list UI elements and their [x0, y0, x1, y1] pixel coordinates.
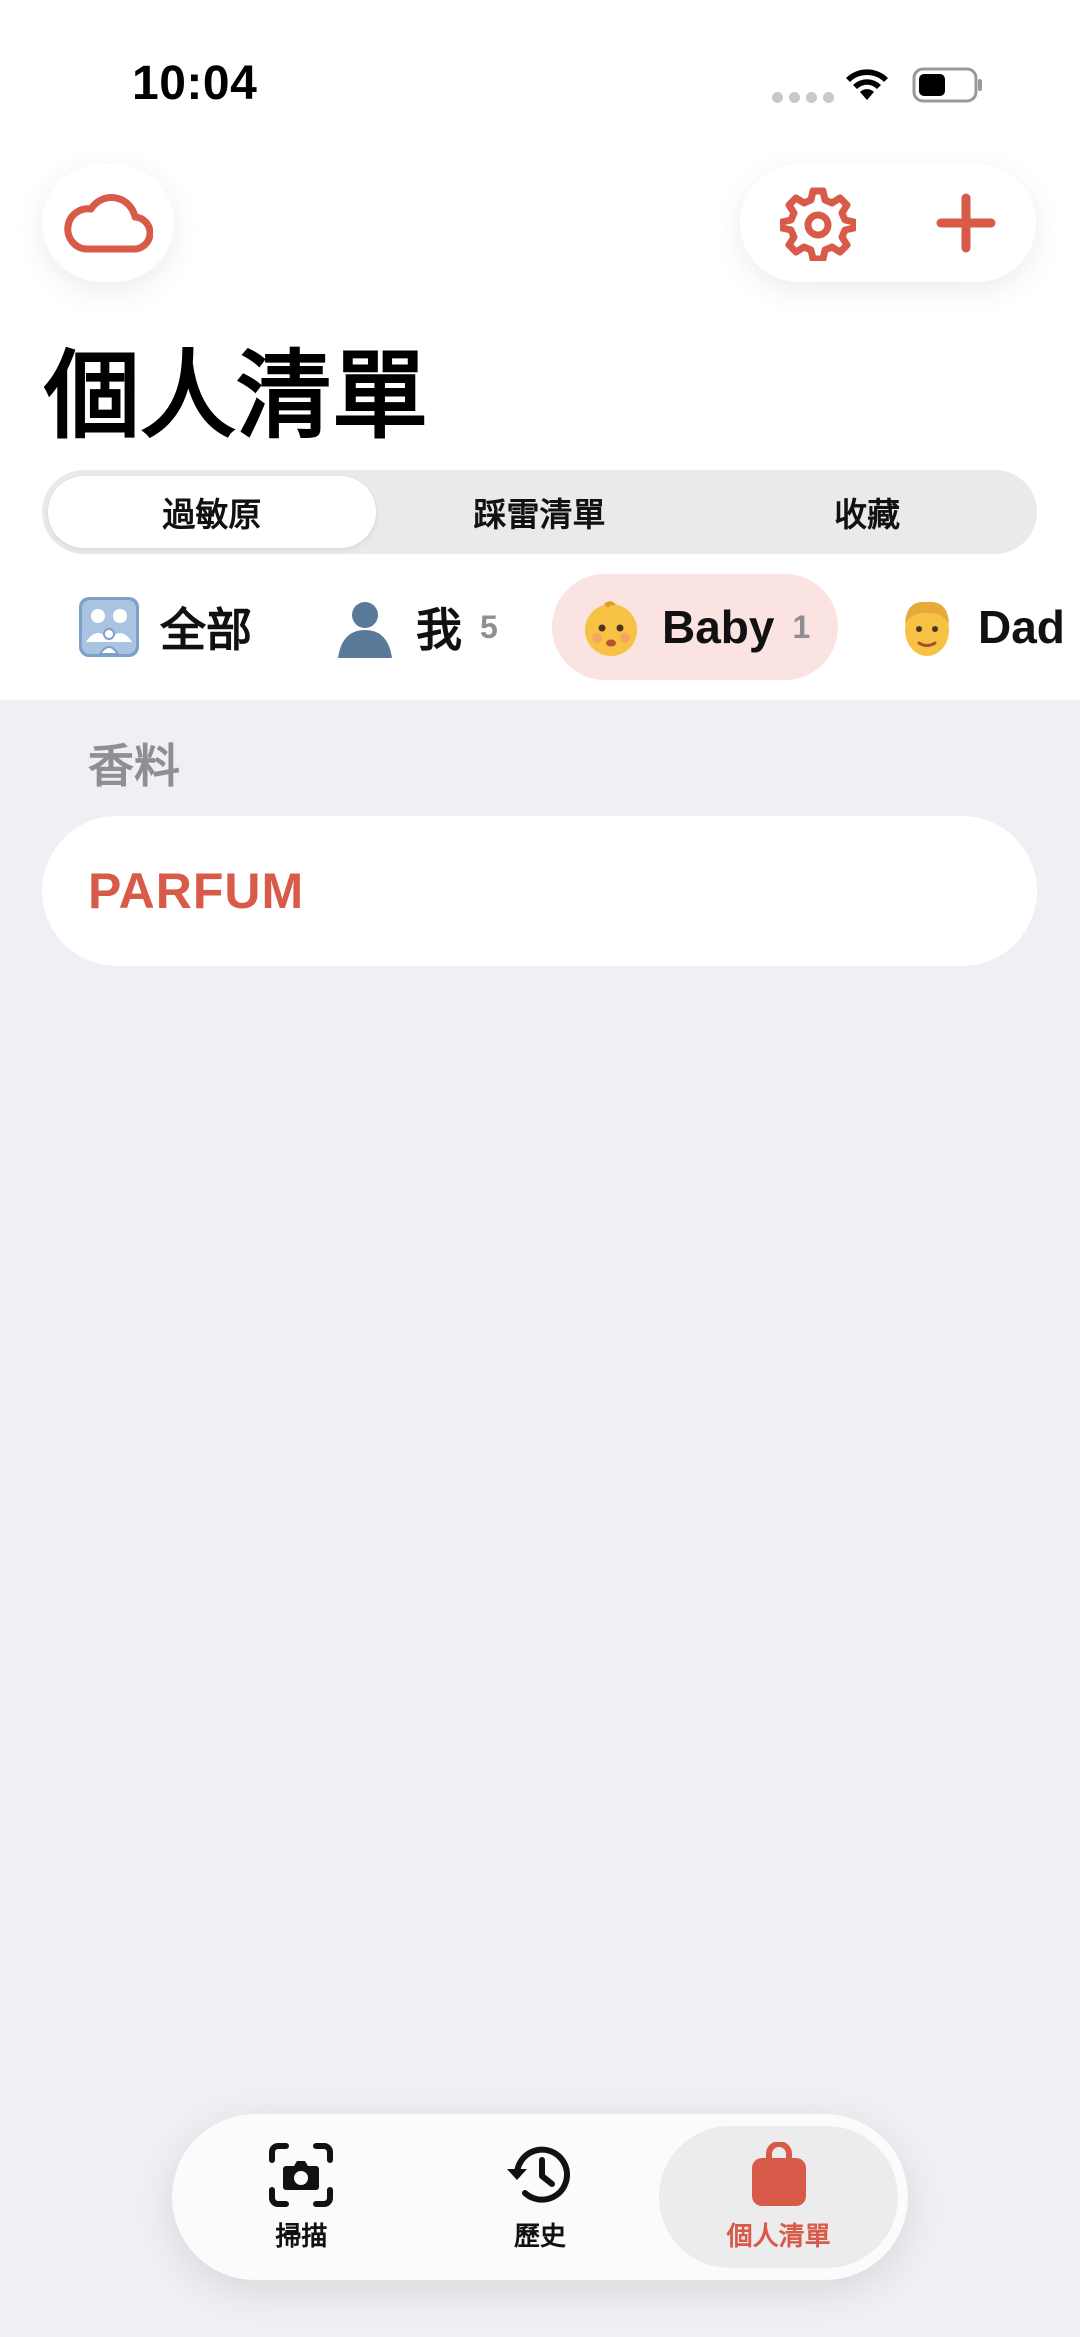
tab-label: 個人清單	[726, 2220, 831, 2251]
profile-name: 我	[416, 604, 462, 656]
tab-history[interactable]: 歷史	[421, 2126, 660, 2268]
status-bar: 10:04	[0, 0, 1080, 150]
profile-name: Dad	[978, 601, 1065, 653]
battery-icon	[912, 67, 982, 103]
tab-label: 掃描	[275, 2220, 328, 2251]
page-title: 個人清單	[44, 343, 428, 450]
tab-allergens[interactable]: 過敏原	[48, 476, 376, 548]
profile-chip-dad[interactable]: Dad	[868, 574, 1080, 680]
profile-name: 全部	[160, 604, 252, 656]
list-item-label: PARFUM	[88, 863, 305, 919]
gear-icon[interactable]	[779, 185, 856, 261]
list-item[interactable]: PARFUM	[42, 816, 1037, 966]
man-icon	[896, 596, 958, 658]
history-clock-icon	[507, 2146, 570, 2203]
camera-scan-icon	[269, 2142, 334, 2207]
category-segmented-control: 過敏原 踩雷清單 收藏	[42, 470, 1037, 554]
profile-count: 5	[480, 608, 498, 645]
profile-chip-all[interactable]: 全部	[50, 574, 280, 680]
profile-chip-me[interactable]: 我 5	[306, 574, 526, 680]
tab-personal-list[interactable]: 個人清單	[659, 2126, 899, 2268]
tab-favorites[interactable]: 收藏	[703, 476, 1031, 548]
person-silhouette-icon	[334, 596, 396, 658]
profile-name: Baby	[662, 601, 775, 653]
cloud-icon	[64, 194, 153, 253]
wifi-icon	[846, 69, 888, 100]
profile-count: 1	[792, 608, 811, 645]
header-actions	[740, 164, 1036, 282]
profile-chip-baby[interactable]: Baby 1	[552, 574, 839, 680]
status-time: 10:04	[132, 57, 258, 110]
tab-avoid-list[interactable]: 踩雷清單	[376, 476, 704, 548]
cellular-signal-icon	[772, 92, 834, 103]
plus-icon[interactable]	[935, 192, 997, 254]
tab-scan[interactable]: 掃描	[182, 2126, 421, 2268]
bag-icon	[751, 2141, 806, 2206]
cloud-sync-button[interactable]	[42, 164, 174, 282]
tab-bar: 掃描 歷史 個人清單	[172, 2114, 908, 2280]
baby-icon	[580, 596, 642, 658]
section-title: 香料	[88, 740, 180, 792]
profile-selector: 全部 我 5 Baby 1 Dad	[0, 574, 1080, 680]
tab-label: 歷史	[514, 2220, 567, 2251]
family-icon	[78, 596, 140, 658]
